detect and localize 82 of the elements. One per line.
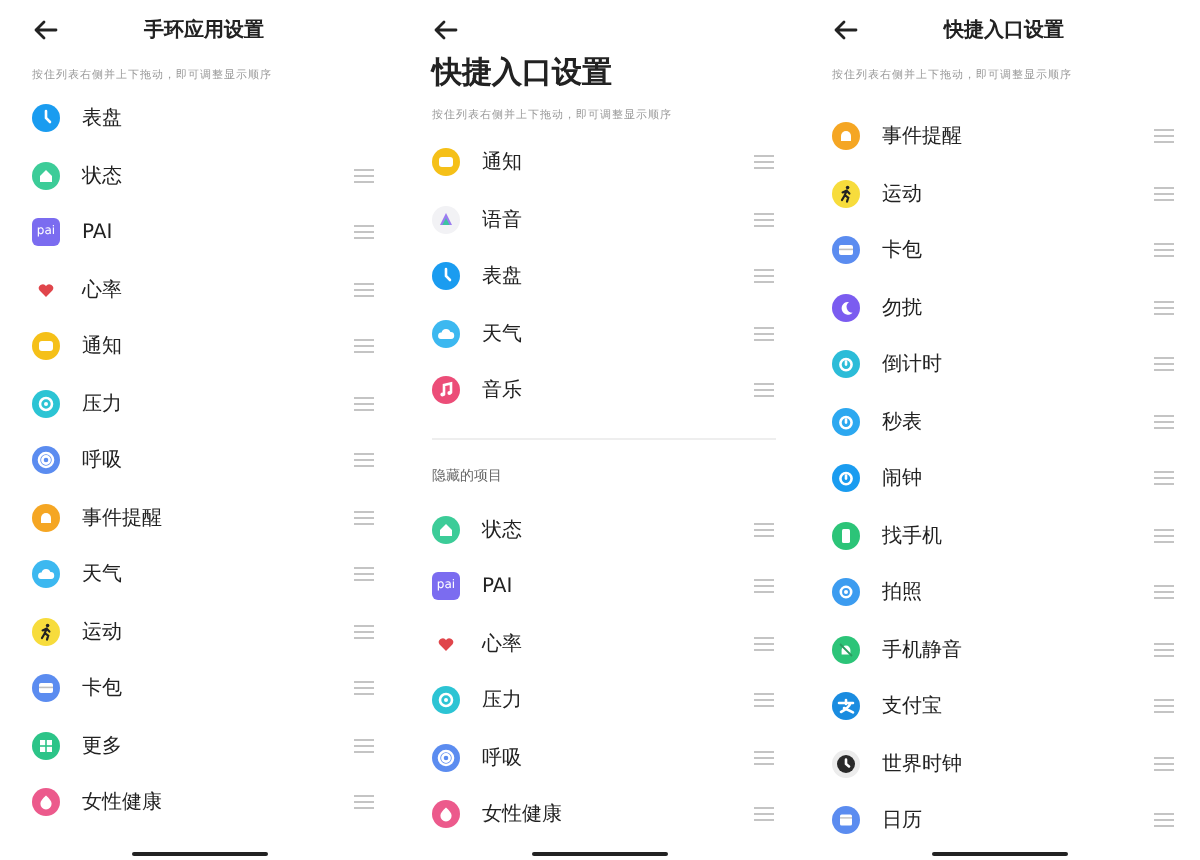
list-item[interactable]: 表盘: [82, 104, 376, 133]
list-item[interactable]: 倒计时: [882, 350, 1154, 379]
drag-handle-icon[interactable]: [754, 749, 774, 766]
drag-handle-icon[interactable]: [354, 623, 374, 640]
list-item[interactable]: 天气: [482, 319, 754, 348]
drag-handle-icon[interactable]: [754, 578, 774, 595]
list-item[interactable]: 呼吸: [82, 446, 354, 475]
drag-handle-icon[interactable]: [754, 211, 774, 228]
list-item[interactable]: 拍照: [882, 578, 1154, 607]
list-item[interactable]: 状态: [482, 515, 754, 544]
list-item[interactable]: 通知: [82, 332, 354, 361]
drag-handle-icon[interactable]: [754, 154, 774, 171]
drag-handle-icon[interactable]: [754, 268, 774, 285]
list-item[interactable]: 勿扰: [882, 293, 1154, 322]
list-item[interactable]: 事件提醒: [882, 122, 1154, 151]
drag-handle-icon[interactable]: [354, 452, 374, 469]
drag-handle-icon[interactable]: [354, 794, 374, 811]
back-icon[interactable]: [432, 18, 458, 42]
page-title: 快捷入口设置: [944, 17, 1064, 44]
drag-handle-icon[interactable]: [1154, 413, 1174, 430]
list-item[interactable]: 压力: [482, 686, 754, 715]
list-item[interactable]: 找手机: [882, 521, 1154, 550]
list-item[interactable]: 运动: [882, 179, 1154, 208]
list-item[interactable]: 心率: [82, 275, 354, 304]
drag-handle-icon[interactable]: [1154, 242, 1174, 259]
drag-handle-icon[interactable]: [1154, 356, 1174, 373]
drag-handle-icon[interactable]: [354, 224, 374, 241]
list-item[interactable]: 心率: [482, 629, 754, 658]
list-item[interactable]: PAI: [82, 221, 354, 244]
page-title: 快捷入口设置: [432, 58, 614, 86]
list-item[interactable]: 运动: [82, 617, 354, 646]
drag-handle-icon[interactable]: [354, 395, 374, 412]
drag-handle-icon[interactable]: [1154, 812, 1174, 829]
list-item[interactable]: 女性健康: [82, 788, 354, 817]
drag-handle-icon[interactable]: [754, 382, 774, 399]
drag-handle-icon[interactable]: [1154, 641, 1174, 658]
drag-handle-icon[interactable]: [754, 325, 774, 342]
back-icon[interactable]: [32, 18, 58, 42]
drag-handle-icon[interactable]: [354, 566, 374, 583]
list-item[interactable]: 压力: [82, 389, 354, 418]
page-title: 手环应用设置: [144, 16, 264, 44]
drag-handle-icon[interactable]: [1154, 299, 1174, 316]
list-item[interactable]: 日历: [882, 806, 1154, 835]
list-item[interactable]: 卡包: [82, 674, 354, 703]
list-item[interactable]: 更多: [82, 731, 354, 760]
list-item[interactable]: 音乐: [482, 376, 754, 405]
drag-handle-icon[interactable]: [354, 281, 374, 298]
drag-handle-icon[interactable]: [754, 521, 774, 538]
list-item[interactable]: 女性健康: [482, 800, 754, 829]
list-item[interactable]: 支付宝: [882, 692, 1154, 721]
list-item[interactable]: 事件提醒: [82, 503, 354, 532]
drag-handle-icon[interactable]: [354, 167, 374, 184]
list-item[interactable]: 天气: [82, 560, 354, 589]
list-item[interactable]: 手机静音: [882, 635, 1154, 664]
drag-handle-icon[interactable]: [1154, 185, 1174, 202]
back-icon[interactable]: [832, 18, 858, 42]
drag-handle-icon[interactable]: [1154, 527, 1174, 544]
drag-handle-icon[interactable]: [1154, 755, 1174, 772]
drag-handle-icon[interactable]: [354, 338, 374, 355]
drag-handle-icon[interactable]: [754, 692, 774, 709]
drag-handle-icon[interactable]: [1154, 128, 1174, 145]
list-item[interactable]: 通知: [482, 148, 754, 177]
list-item[interactable]: 闹钟: [882, 464, 1154, 493]
list-item[interactable]: 卡包: [882, 236, 1154, 265]
drag-handle-icon[interactable]: [754, 635, 774, 652]
list-item[interactable]: 秒表: [882, 407, 1154, 436]
home-indicator: [132, 852, 268, 856]
drag-handle-icon[interactable]: [354, 680, 374, 697]
drag-handle-icon[interactable]: [354, 509, 374, 526]
drag-handle-icon[interactable]: [1154, 698, 1174, 715]
drag-handle-icon[interactable]: [1154, 470, 1174, 487]
home-indicator: [532, 852, 668, 856]
home-indicator: [932, 852, 1068, 856]
list-item[interactable]: 语音: [482, 205, 754, 234]
list-item[interactable]: 状态: [82, 161, 354, 190]
drag-handle-icon[interactable]: [754, 806, 774, 823]
drag-handle-icon[interactable]: [1154, 584, 1174, 601]
list-item[interactable]: PAI: [482, 575, 754, 598]
list-item[interactable]: 呼吸: [482, 743, 754, 772]
list-item[interactable]: 表盘: [482, 262, 754, 291]
drag-handle-icon[interactable]: [354, 737, 374, 754]
list-item[interactable]: 世界时钟: [882, 749, 1154, 778]
